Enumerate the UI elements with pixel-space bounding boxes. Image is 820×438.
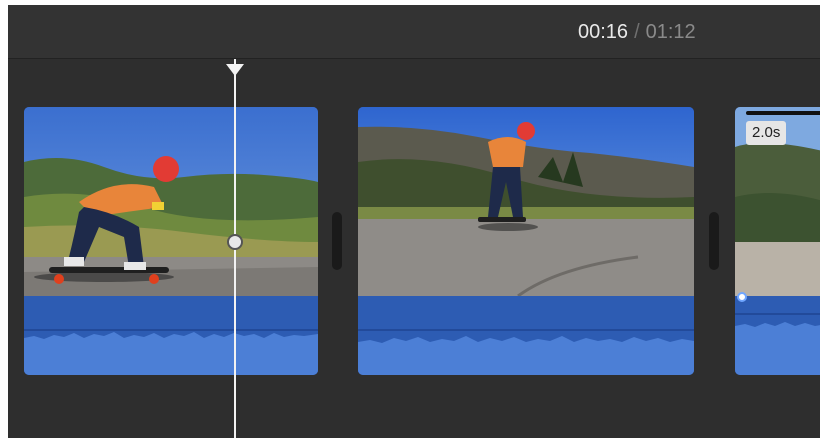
current-time: 00:16 — [578, 21, 629, 43]
clip-2-thumbnail — [358, 107, 694, 296]
clip-1-audio-waveform — [24, 296, 318, 375]
timecode-display: 00:16/01:12 — [578, 19, 696, 45]
clip-1-thumbnail — [24, 107, 318, 296]
duration-badge: 2.0s — [746, 121, 787, 145]
total-duration: 01:12 — [645, 21, 696, 43]
playhead-knob[interactable] — [227, 234, 243, 250]
clip-2-audio-waveform — [358, 296, 694, 375]
clip-transition-handle[interactable] — [709, 212, 719, 270]
clip-3-thumbnail: 2.0s — [735, 107, 820, 296]
video-clip-1[interactable] — [24, 107, 318, 375]
time-separator: / — [634, 21, 640, 43]
video-clip-3[interactable]: 2.0s — [735, 107, 820, 375]
audio-fade-handle[interactable] — [737, 292, 747, 302]
imovie-timeline-window: 00:16/01:12 2.0s — [8, 5, 820, 438]
timeline-header: 00:16/01:12 — [8, 5, 820, 59]
clip-3-audio-waveform — [735, 296, 820, 375]
video-clip-2[interactable] — [358, 107, 694, 375]
clip-transition-handle[interactable] — [332, 212, 342, 270]
playhead-triangle-icon[interactable] — [226, 64, 244, 76]
timeline-track-area[interactable]: 2.0s — [8, 59, 820, 438]
clip-3-title-bar — [746, 111, 820, 115]
